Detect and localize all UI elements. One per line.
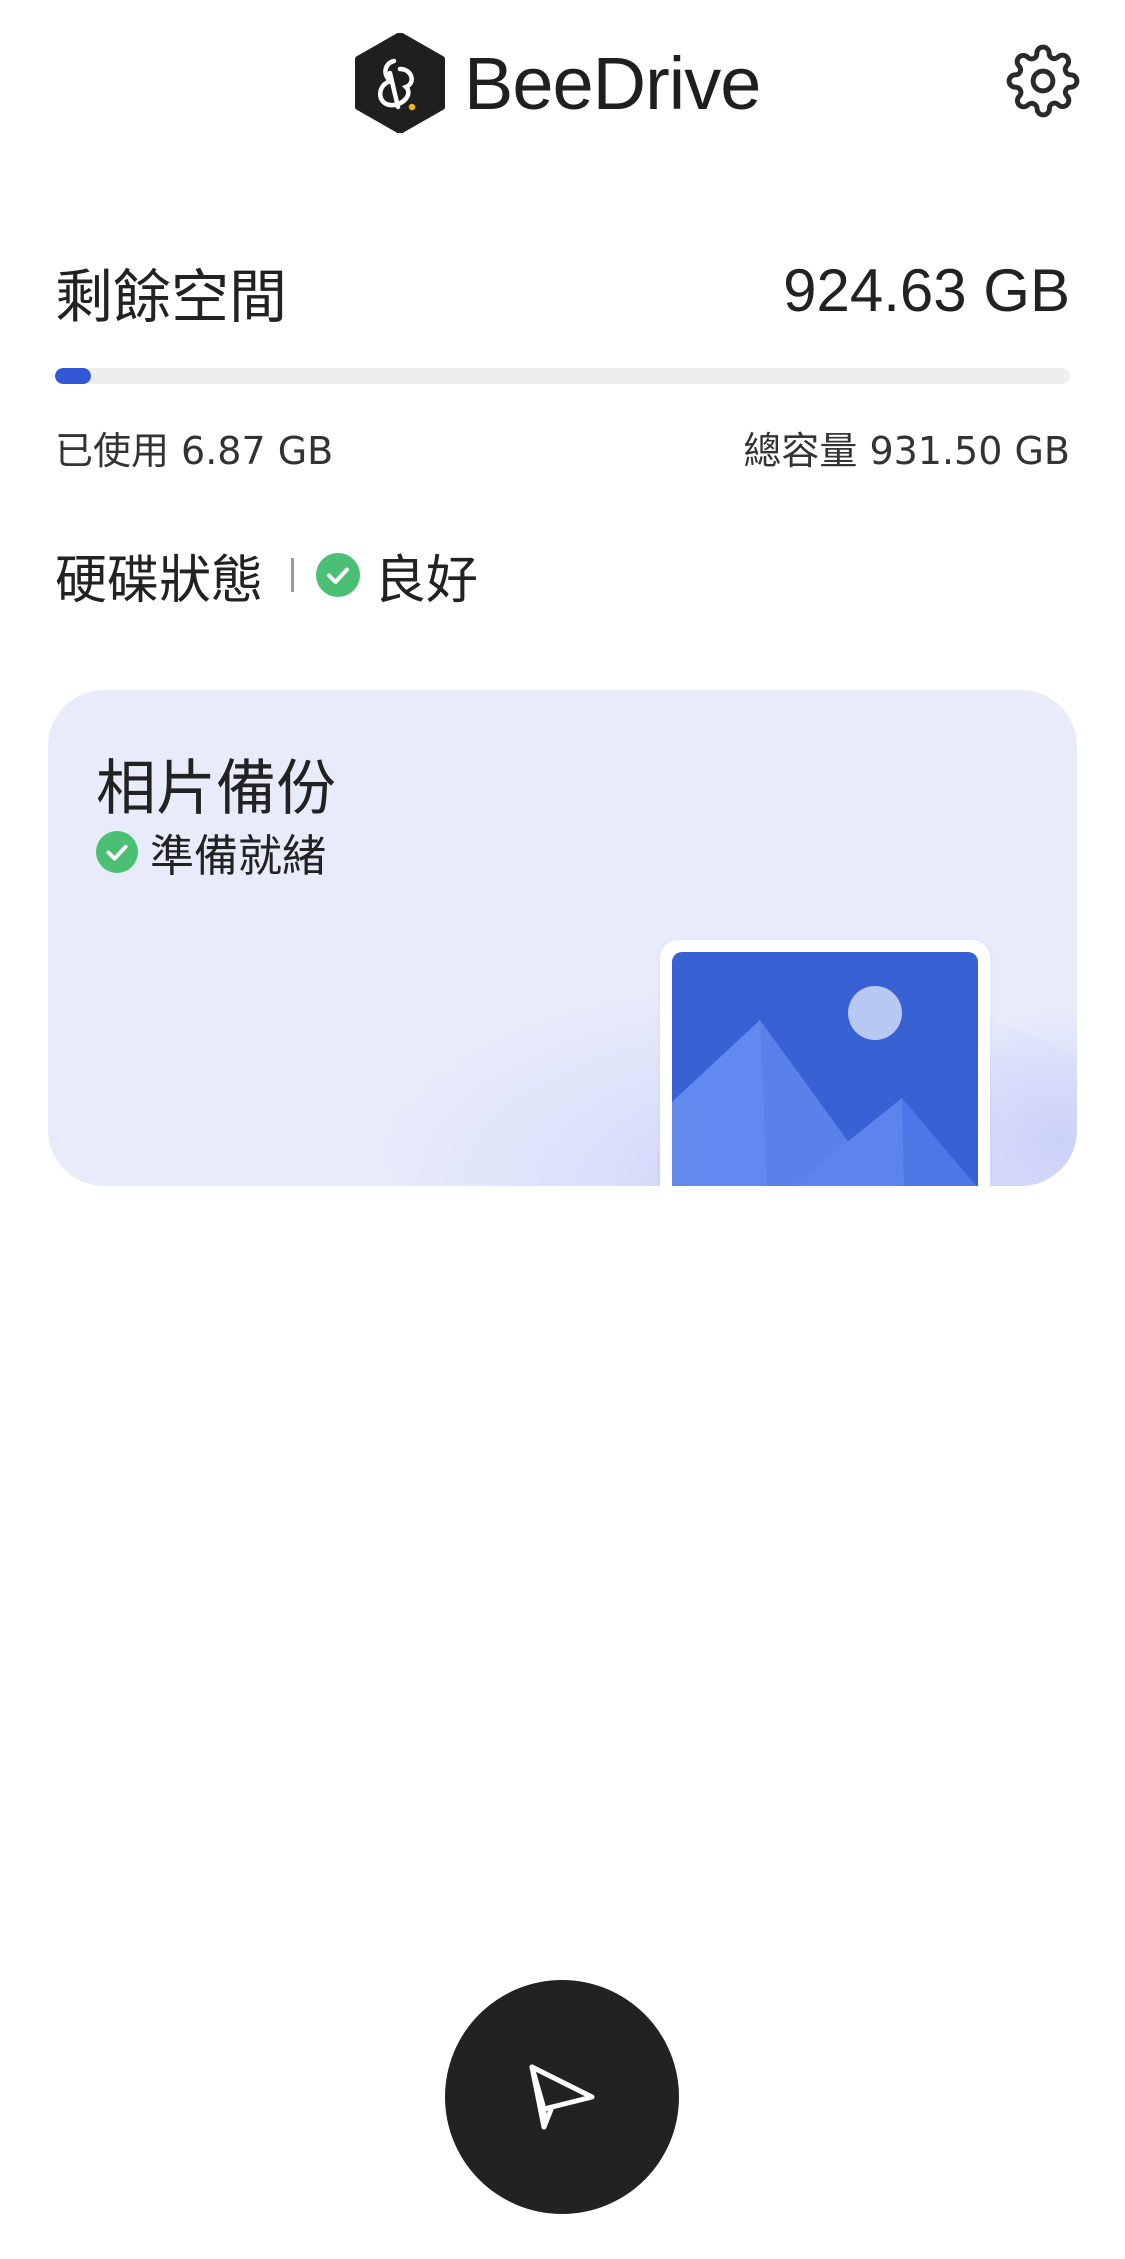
used-space: 已使用 6.87 GB [55, 420, 333, 475]
free-space-value: 924.63 GB [783, 257, 1070, 324]
used-space-value: 6.87 GB [181, 429, 334, 473]
photo-backup-status: 準備就緒 [96, 820, 326, 884]
brand: BeeDrive [354, 30, 761, 136]
total-capacity: 總容量 931.50 GB [743, 420, 1070, 475]
total-capacity-value: 931.50 GB [869, 429, 1070, 473]
drive-status-value: 良好 [374, 550, 479, 611]
photo-image-icon [672, 952, 978, 1186]
settings-button[interactable] [1006, 44, 1080, 118]
free-space-label: 剩餘空間 [55, 263, 288, 331]
check-circle-icon [316, 553, 361, 597]
total-capacity-label: 總容量 [743, 429, 858, 473]
drive-status-label: 硬碟狀態 [55, 550, 264, 611]
photo-backup-title: 相片備份 [96, 754, 336, 824]
photo-illustration [660, 940, 990, 1186]
beedrive-logo-icon [355, 33, 445, 133]
photo-backup-status-text: 準備就緒 [150, 831, 326, 882]
send-paper-plane-icon [529, 2064, 595, 2130]
gear-icon [1006, 44, 1080, 118]
storage-usage-fill [55, 368, 91, 384]
check-circle-icon [96, 831, 138, 873]
divider [291, 558, 295, 592]
used-space-label: 已使用 [55, 429, 170, 473]
drive-status: 硬碟狀態 良好 [55, 540, 479, 611]
app-title: BeeDrive [464, 41, 761, 125]
app-header: BeeDrive [0, 0, 1125, 170]
photo-backup-card[interactable]: 相片備份 準備就緒 [48, 690, 1077, 1186]
send-button[interactable] [445, 1980, 679, 2214]
storage-usage-bar [55, 368, 1070, 384]
